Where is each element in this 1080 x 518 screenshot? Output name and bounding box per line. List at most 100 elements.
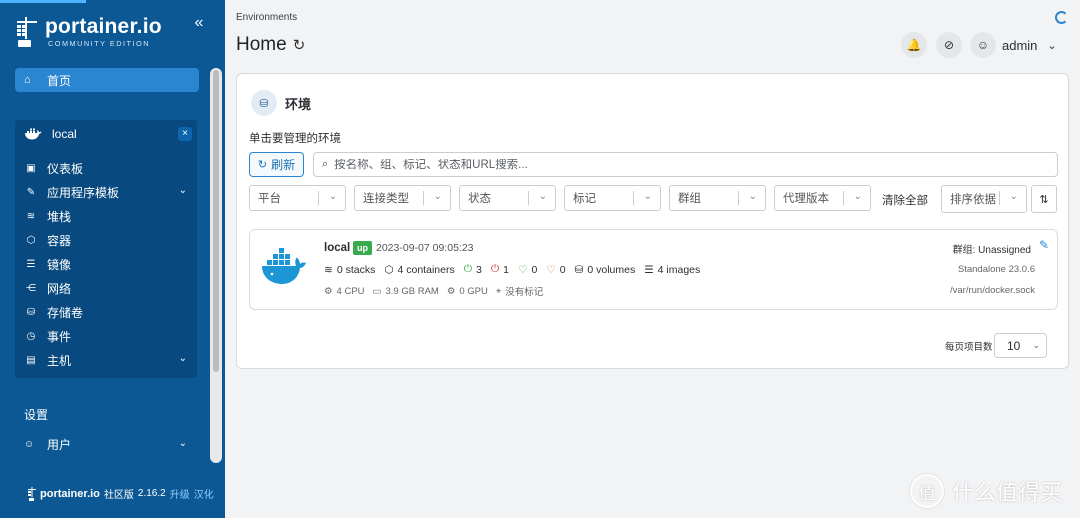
card-subtitle: 单击要管理的环境 xyxy=(249,133,341,145)
images-icon: ☰ xyxy=(26,258,36,270)
filter-label: 连接类型 xyxy=(363,193,409,205)
loading-spinner-icon xyxy=(1055,11,1068,24)
filter-separator xyxy=(318,191,319,205)
scrollbar-thumb[interactable] xyxy=(213,70,219,372)
portainer-logo-icon xyxy=(17,17,37,47)
chevron-down-icon: ⌄ xyxy=(1047,39,1057,52)
search-input[interactable] xyxy=(334,158,1015,171)
tags-text: 没有标记 xyxy=(505,287,544,298)
help-button[interactable]: ⊘ xyxy=(936,32,962,58)
environment-drive-icon: ⛁ xyxy=(251,90,277,116)
stacks-icon: ≋ xyxy=(324,263,333,276)
environment-item[interactable]: local up 2023-09-07 09:05:23 ≋ 0 stacks … xyxy=(249,229,1058,310)
dashboard-icon: ▣ xyxy=(26,162,36,174)
sidebar-item-label: 应用程序模板 xyxy=(47,185,120,200)
sidebar-item-label: 容器 xyxy=(47,233,72,248)
sidebar-scrollbar[interactable] xyxy=(210,68,222,463)
filter-label: 状态 xyxy=(468,193,491,205)
items-per-page-value: 10 xyxy=(1007,338,1021,353)
sidebar-item-containers[interactable]: ⬡ 容器 xyxy=(15,228,197,252)
containers-icon: ⬡ xyxy=(26,234,36,246)
sidebar-item-stacks[interactable]: ≋ 堆栈 xyxy=(15,204,197,228)
ram-icon: ▭ xyxy=(372,285,382,297)
upgrade-link[interactable]: 升级 xyxy=(170,486,190,501)
chevron-down-icon: ⌄ xyxy=(1032,340,1040,350)
items-per-page-select[interactable]: 10 ⌄ xyxy=(994,333,1047,358)
card-title: 环境 xyxy=(285,96,312,112)
filter-status[interactable]: 状态 ⌄ xyxy=(459,185,556,211)
cpu-icon: ⚙ xyxy=(324,285,333,297)
filter-platform[interactable]: 平台 ⌄ xyxy=(249,185,346,211)
sidebar-item-users[interactable]: ☺ 用户 ⌄ xyxy=(15,433,197,455)
portainer-mini-icon xyxy=(28,486,36,501)
images-count: 4 images xyxy=(657,263,701,276)
refresh-icon: ↻ xyxy=(257,159,268,171)
docker-icon xyxy=(25,128,42,140)
user-menu[interactable]: ☺ admin ⌄ xyxy=(970,32,1057,58)
refresh-button[interactable]: ↻ 刷新 xyxy=(249,152,304,177)
sidebar-item-dashboard[interactable]: ▣ 仪表板 xyxy=(15,156,197,180)
page-title-text: Home xyxy=(236,34,287,55)
filter-tags[interactable]: 标记 ⌄ xyxy=(564,185,661,211)
sidebar-item-label: 网络 xyxy=(47,281,72,296)
sidebar-item-host[interactable]: ▤ 主机 ⌄ xyxy=(15,348,197,372)
collapse-sidebar-icon[interactable]: « xyxy=(189,14,209,34)
close-environment-icon[interactable]: × xyxy=(178,127,192,141)
portainer-logo[interactable]: portainer.io COMMUNITY EDITION xyxy=(15,14,165,50)
sidebar-item-volumes[interactable]: ⛁ 存储卷 xyxy=(15,300,197,324)
volumes-icon: ⛁ xyxy=(574,263,584,276)
volumes-icon: ⛁ xyxy=(26,306,36,318)
power-running-icon: ⏻ xyxy=(463,263,473,275)
refresh-icon[interactable]: ↻ xyxy=(293,36,306,54)
filter-label: 代理版本 xyxy=(783,193,829,205)
search-box[interactable]: ⌕ xyxy=(313,152,1058,177)
chevron-down-icon: ⌄ xyxy=(538,191,547,202)
edit-pencil-icon[interactable]: ✎ xyxy=(1039,238,1049,252)
tag-icon: ⌖ xyxy=(495,285,502,297)
events-icon: ◷ xyxy=(26,330,36,342)
sort-by-select[interactable]: 排序依据 ⌄ xyxy=(941,185,1027,213)
chevron-down-icon: ⌄ xyxy=(433,191,442,202)
watermark-text: 什么值得买 xyxy=(952,480,1063,505)
environment-name: local xyxy=(52,127,77,141)
sidebar-item-events[interactable]: ◷ 事件 xyxy=(15,324,197,348)
filter-agent-version[interactable]: 代理版本 ⌄ xyxy=(774,185,871,211)
card-header: ⛁ 环境 xyxy=(251,90,311,116)
sidebar-item-images[interactable]: ☰ 镜像 xyxy=(15,252,197,276)
sidebar-item-label: 主机 xyxy=(47,353,72,368)
cpu-count: 4 CPU xyxy=(336,285,365,297)
host-icon: ▤ xyxy=(26,354,36,366)
filter-connection-type[interactable]: 连接类型 ⌄ xyxy=(354,185,451,211)
sidebar-item-label: 仪表板 xyxy=(47,161,84,176)
chevron-down-icon: ⌄ xyxy=(328,191,337,202)
filter-separator xyxy=(738,191,739,205)
filter-separator xyxy=(999,191,1000,205)
localize-link[interactable]: 汉化 xyxy=(194,486,214,501)
breadcrumb[interactable]: Environments xyxy=(236,12,297,23)
filter-label: 平台 xyxy=(258,193,281,205)
heart-healthy-icon: ♡ xyxy=(518,263,528,276)
clear-all-filters-button[interactable]: 清除全部 xyxy=(882,192,928,208)
footer-edition: 社区版 xyxy=(103,490,134,501)
sidebar-item-label: 堆栈 xyxy=(47,209,72,224)
filter-groups[interactable]: 群组 ⌄ xyxy=(669,185,766,211)
sidebar-item-label: 事件 xyxy=(47,329,72,344)
help-icon: ⊘ xyxy=(943,38,955,52)
filter-separator xyxy=(528,191,529,205)
notifications-button[interactable]: 🔔 xyxy=(901,32,927,58)
images-icon: ☰ xyxy=(644,263,654,276)
gpu-count: 0 GPU xyxy=(459,285,488,297)
sort-order-button[interactable]: ⇅ xyxy=(1031,185,1057,213)
gpu-icon: ⚙ xyxy=(446,285,456,297)
environment-group: 群组: Unassigned xyxy=(952,245,1031,256)
stopped-count: 1 xyxy=(503,263,510,276)
sidebar-item-templates[interactable]: ✎ 应用程序模板 ⌄ xyxy=(15,180,197,204)
sidebar-item-networks[interactable]: ⋲ 网络 xyxy=(15,276,197,300)
sidebar-item-home[interactable]: ⌂ 首页 xyxy=(15,68,199,92)
sort-by-label: 排序依据 xyxy=(950,194,996,206)
user-icon: ☺ xyxy=(24,438,35,450)
ram-amount: 3.9 GB RAM xyxy=(385,285,439,297)
filter-label: 标记 xyxy=(573,193,596,205)
page-title: Home ↻ xyxy=(236,34,305,56)
environment-url: /var/run/docker.sock xyxy=(949,285,1035,296)
